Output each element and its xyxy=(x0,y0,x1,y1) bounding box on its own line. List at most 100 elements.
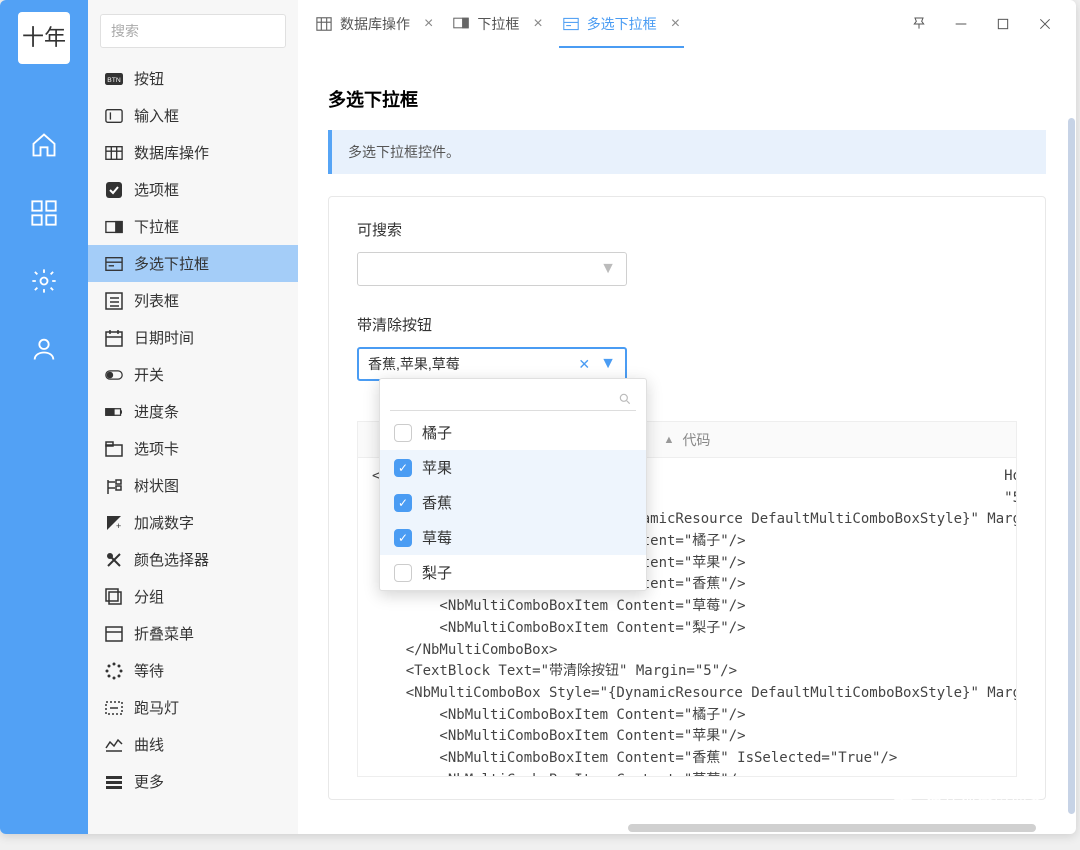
grid-icon[interactable] xyxy=(29,198,59,228)
clear-icon[interactable]: ✕ xyxy=(578,356,590,373)
sidebar-item-label: 更多 xyxy=(134,771,164,792)
user-icon[interactable] xyxy=(29,334,59,364)
sidebar-item[interactable]: BTN 按钮 xyxy=(88,60,298,97)
sidebar-item[interactable]: 等待 xyxy=(88,652,298,689)
tab-label: 下拉框 xyxy=(477,14,519,34)
sidebar-item[interactable]: 下拉框 xyxy=(88,208,298,245)
item-icon xyxy=(104,366,124,384)
sidebar-item-label: 下拉框 xyxy=(134,216,179,237)
svg-text:+: + xyxy=(116,521,121,531)
sidebar-item[interactable]: 选项框 xyxy=(88,171,298,208)
dropdown-option[interactable]: 橘子 xyxy=(380,415,646,450)
sidebar-item[interactable]: 选项卡 xyxy=(88,430,298,467)
option-label: 草莓 xyxy=(422,527,452,548)
checkbox[interactable] xyxy=(394,529,412,547)
item-icon xyxy=(104,588,124,606)
item-icon xyxy=(104,625,124,643)
svg-text:BTN: BTN xyxy=(107,77,121,84)
dropdown-option[interactable]: 草莓 xyxy=(380,520,646,555)
field1-label: 可搜索 xyxy=(357,219,1017,240)
tab-strip: 数据库操作× 下拉框 × 多选下拉框 × xyxy=(298,0,690,48)
sidebar-item-label: 开关 xyxy=(134,364,164,385)
sidebar-item-label: 数据库操作 xyxy=(134,142,209,163)
sidebar-item-label: 日期时间 xyxy=(134,327,194,348)
sidebar-item[interactable]: 数据库操作 xyxy=(88,134,298,171)
search-input[interactable]: 搜索 xyxy=(100,14,286,48)
sidebar-item[interactable]: 多选下拉框 xyxy=(88,245,298,282)
sidebar-item[interactable]: 树状图 xyxy=(88,467,298,504)
field2-label: 带清除按钮 xyxy=(357,314,1017,335)
sidebar-item[interactable]: 日期时间 xyxy=(88,319,298,356)
sidebar-item[interactable]: + 加减数字 xyxy=(88,504,298,541)
close-button[interactable] xyxy=(1036,15,1054,33)
checkbox[interactable] xyxy=(394,424,412,442)
page-title: 多选下拉框 xyxy=(328,86,1046,112)
minimize-button[interactable] xyxy=(952,15,970,33)
dropdown-option[interactable]: 苹果 xyxy=(380,450,646,485)
item-icon xyxy=(104,144,124,162)
info-banner: 多选下拉框控件。 xyxy=(328,130,1046,174)
sidebar-item[interactable]: 更多 xyxy=(88,763,298,800)
tab-close-icon[interactable]: × xyxy=(671,15,680,33)
item-icon xyxy=(104,403,124,421)
sidebar-item-label: 选项框 xyxy=(134,179,179,200)
maximize-button[interactable] xyxy=(994,15,1012,33)
sidebar-item[interactable]: 列表框 xyxy=(88,282,298,319)
sidebar-item[interactable]: 折叠菜单 xyxy=(88,615,298,652)
pin-icon[interactable] xyxy=(910,15,928,33)
item-icon xyxy=(104,477,124,495)
settings-icon[interactable] xyxy=(29,266,59,296)
item-icon xyxy=(104,181,124,199)
app-window: 十年 搜索 BTN按钮输入框数据库操作选项框下拉框多选下拉框列表框日期时间开关进… xyxy=(0,0,1076,834)
sidebar-item-label: 树状图 xyxy=(134,475,179,496)
sidebar-item[interactable]: 开关 xyxy=(88,356,298,393)
sidebar-item-label: 颜色选择器 xyxy=(134,549,209,570)
nav-rail: 十年 xyxy=(0,0,88,834)
checkbox[interactable] xyxy=(394,564,412,582)
item-icon xyxy=(104,218,124,236)
sidebar-item-label: 曲线 xyxy=(134,734,164,755)
tab[interactable]: 多选下拉框 × xyxy=(553,0,690,48)
sidebar: 搜索 BTN 按钮输入框数据库操作选项框下拉框多选下拉框列表框日期时间开关进度条选… xyxy=(88,0,298,834)
sidebar-item-label: 按钮 xyxy=(134,68,164,89)
dropdown-search[interactable] xyxy=(390,387,636,411)
item-icon xyxy=(104,107,124,125)
sidebar-item-label: 多选下拉框 xyxy=(134,253,209,274)
home-icon[interactable] xyxy=(29,130,59,160)
sidebar-item[interactable]: 输入框 xyxy=(88,97,298,134)
dropdown-option[interactable]: 香蕉 xyxy=(380,485,646,520)
tab-label: 多选下拉框 xyxy=(587,14,657,34)
item-icon xyxy=(104,551,124,569)
tab-close-icon[interactable]: × xyxy=(424,15,433,33)
tab-icon xyxy=(316,16,332,32)
sidebar-item-label: 分组 xyxy=(134,586,164,607)
tab[interactable]: 下拉框 × xyxy=(443,0,552,48)
item-icon: + xyxy=(104,514,124,532)
item-icon xyxy=(104,292,124,310)
sidebar-item-label: 列表框 xyxy=(134,290,179,311)
option-label: 梨子 xyxy=(422,562,452,583)
item-icon xyxy=(104,773,124,791)
sidebar-item[interactable]: 进度条 xyxy=(88,393,298,430)
sidebar-item[interactable]: 分组 xyxy=(88,578,298,615)
sidebar-item[interactable]: 曲线 xyxy=(88,726,298,763)
sidebar-item-label: 输入框 xyxy=(134,105,179,126)
checkbox[interactable] xyxy=(394,459,412,477)
wechat-icon xyxy=(889,784,915,810)
vertical-scrollbar[interactable] xyxy=(1068,118,1075,814)
tab-close-icon[interactable]: × xyxy=(533,15,542,33)
sidebar-item[interactable]: 跑马灯 xyxy=(88,689,298,726)
horizontal-scrollbar[interactable] xyxy=(628,824,1036,832)
dropdown-option[interactable]: 梨子 xyxy=(380,555,646,590)
combo-with-clear[interactable]: 香蕉,苹果,草莓 ✕ ▼ xyxy=(357,347,627,381)
sidebar-item-label: 加减数字 xyxy=(134,512,194,533)
combo-searchable[interactable]: ▼ xyxy=(357,252,627,286)
logo: 十年 xyxy=(18,12,70,64)
chevron-down-icon[interactable]: ▼ xyxy=(600,355,616,373)
tab[interactable]: 数据库操作× xyxy=(306,0,443,48)
item-icon xyxy=(104,699,124,717)
checkbox[interactable] xyxy=(394,494,412,512)
option-label: 橘子 xyxy=(422,422,452,443)
item-icon xyxy=(104,662,124,680)
sidebar-item[interactable]: 颜色选择器 xyxy=(88,541,298,578)
